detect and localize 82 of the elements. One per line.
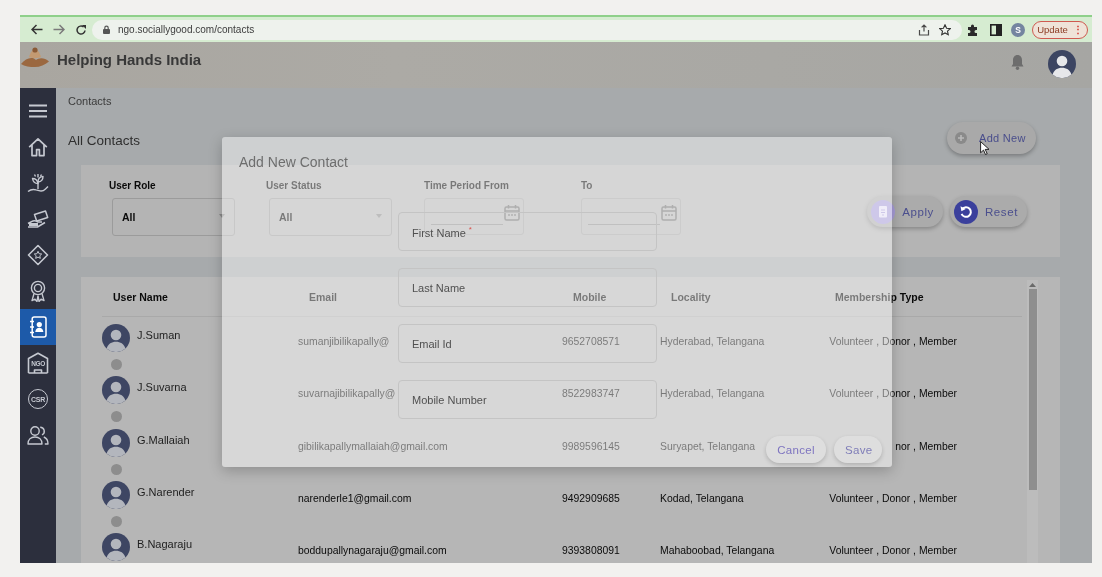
document-icon: [871, 199, 896, 224]
contact-book-icon: [29, 316, 47, 338]
table-cell: gibilikapallymallaiah@gmail.com: [298, 439, 448, 454]
profile-button[interactable]: S: [1011, 22, 1025, 37]
column-header: Locality: [670, 290, 711, 303]
status-dot-icon: [110, 515, 122, 527]
avatar-icon: [102, 324, 130, 352]
forward-arrow-icon[interactable]: [53, 24, 65, 35]
table-cell: Volunteer , Donor , Member: [829, 544, 957, 559]
table-cell: 8522983747: [562, 387, 620, 402]
table-cell: Hyderabad, Telangana: [660, 387, 765, 402]
select-field[interactable]: All: [269, 198, 392, 236]
address-bar[interactable]: ngo.sociallygood.com/contacts: [92, 19, 962, 40]
hand-sprout-icon: [27, 173, 49, 193]
table-cell: 9652708571: [562, 335, 620, 349]
table-cell: suvarnajibilikapally@: [298, 387, 396, 402]
user-name: J.Suvarna: [137, 380, 187, 395]
scrollbar-track[interactable]: [1027, 280, 1038, 563]
user-name: G.Narender: [137, 484, 195, 499]
table-cell: Volunteer , Donor , Member: [829, 387, 957, 402]
status-dot-icon: [110, 411, 122, 423]
input-field[interactable]: First Name $^{*}$: [398, 212, 657, 251]
table-cell: 9492909685: [562, 491, 620, 506]
cancel-button[interactable]: Cancel: [766, 436, 826, 463]
date-field[interactable]: [581, 198, 681, 235]
building-icon: [27, 352, 49, 374]
status-dot-icon: [110, 359, 122, 370]
column-header: Membership Type: [834, 290, 924, 303]
home-icon: [28, 137, 48, 157]
filter-label: Time Period From: [424, 180, 509, 192]
avatar-icon: [102, 480, 130, 509]
user-name: B.Nagaraju: [137, 537, 193, 552]
share-icon[interactable]: [918, 23, 930, 36]
back-arrow-icon[interactable]: [31, 24, 43, 35]
filter-label: To: [581, 180, 593, 192]
column-header: Email: [308, 290, 337, 303]
reset-button[interactable]: Reset: [949, 196, 1027, 227]
table-cell: boddupallynagaraju@gmail.com: [298, 544, 447, 559]
table-cell: Mahaboobad, Telangana: [660, 544, 775, 559]
avatar-icon: [102, 428, 130, 457]
app-title: Helping Hands India: [57, 51, 202, 69]
table-cell: Hyderabad, Telangana: [660, 335, 765, 349]
column-header: User Name: [112, 290, 168, 303]
sidebar-item[interactable]: [20, 309, 56, 345]
breadcrumb[interactable]: Contacts: [68, 94, 112, 108]
award-icon: [29, 280, 47, 302]
table-cell: Volunteer , Donor , Member: [829, 335, 957, 349]
table-cell: Suryapet, Telangana: [660, 439, 756, 454]
table-cell: narenderle1@gmail.com: [298, 491, 412, 506]
menu-icon: [29, 104, 47, 118]
scrollbar-thumb[interactable]: [1028, 289, 1037, 490]
avatar-icon[interactable]: [1048, 50, 1076, 78]
table-cell: nor , Member: [895, 439, 957, 454]
table-cell: sumanjibilikapally@: [298, 335, 390, 349]
add-new-button[interactable]: Add New: [947, 122, 1036, 154]
hand-cash-icon: [27, 210, 49, 228]
puzzle-icon[interactable]: [967, 23, 979, 36]
select-field[interactable]: All: [112, 198, 235, 236]
avatar-icon: [102, 376, 130, 405]
scroll-up-arrow-icon[interactable]: [1029, 283, 1036, 287]
filter-label: User Role: [109, 180, 156, 192]
lock-icon: [103, 25, 110, 34]
people-icon: [27, 425, 49, 445]
table-cell: 9393808091: [562, 544, 620, 559]
page-title: All Contacts: [68, 133, 141, 149]
table-cell: Volunteer , Donor , Member: [829, 491, 957, 506]
update-button[interactable]: Update ⋮: [1032, 20, 1088, 39]
star-icon[interactable]: [939, 23, 951, 36]
plus-circle-icon: [955, 132, 967, 144]
cursor-icon: [980, 141, 989, 155]
user-name: G.Mallaiah: [137, 432, 190, 447]
side-panel-icon[interactable]: [990, 23, 1002, 36]
user-name: J.Suman: [137, 328, 181, 342]
reload-icon[interactable]: [75, 23, 87, 36]
diamond-star-icon: [27, 244, 49, 266]
filter-label: User Status: [266, 180, 322, 192]
table-cell: Kodad, Telangana: [660, 491, 744, 506]
modal-title: Add New Contact: [239, 154, 348, 170]
column-header: Mobile: [572, 290, 607, 303]
table-cell: 9989596145: [562, 439, 620, 454]
status-dot-icon: [110, 463, 122, 475]
apply-button[interactable]: Apply: [867, 196, 943, 227]
